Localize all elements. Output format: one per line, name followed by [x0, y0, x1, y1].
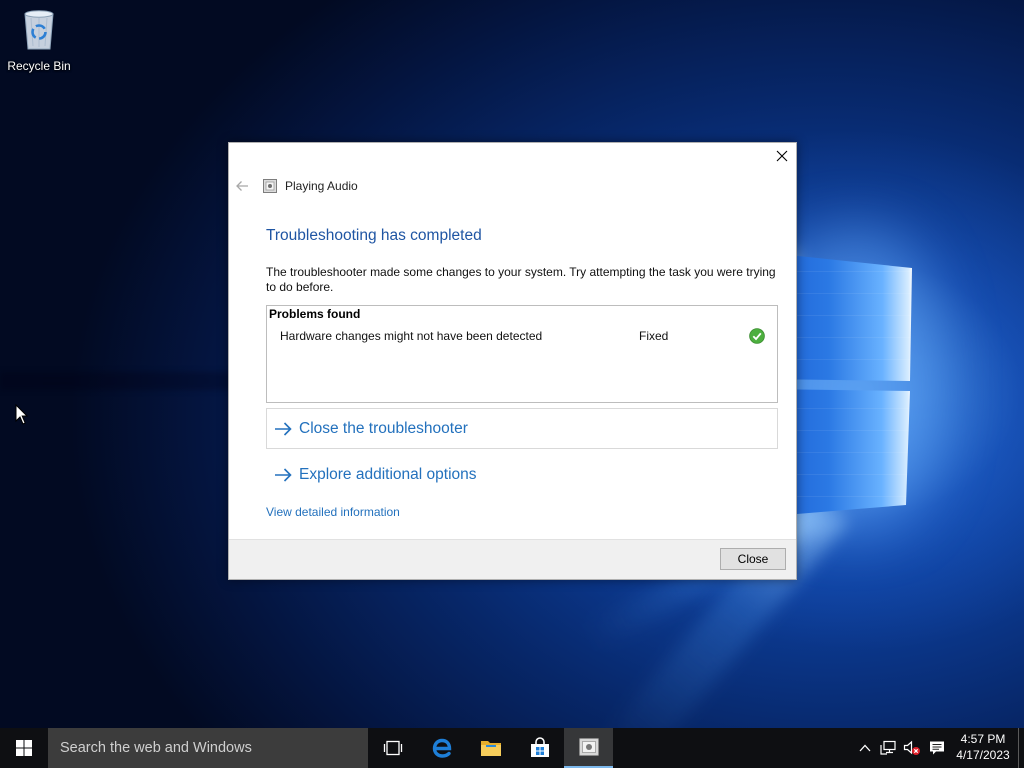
problems-panel: Problems found Hardware changes might no… [266, 305, 778, 403]
clock-date: 4/17/2023 [956, 748, 1010, 762]
volume-muted-icon [903, 740, 920, 755]
view-details-link[interactable]: View detailed information [266, 504, 400, 520]
file-explorer-icon [480, 741, 501, 756]
problem-status: Fixed [639, 329, 669, 343]
clock-time: 4:57 PM [960, 732, 1006, 746]
back-arrow-icon [236, 181, 248, 191]
problem-description: Hardware changes might not have been det… [280, 329, 543, 343]
edge-button[interactable] [417, 728, 466, 768]
show-desktop-button[interactable] [1018, 728, 1024, 768]
store-icon [530, 737, 549, 757]
task-view-icon [383, 740, 402, 756]
close-troubleshooter-label: Close the troubleshooter [299, 419, 468, 437]
troubleshooter-icon [263, 179, 277, 193]
recycle-bin[interactable]: Recycle Bin [2, 4, 76, 76]
volume-button[interactable] [901, 728, 923, 768]
arrow-right-icon [275, 421, 292, 436]
network-button[interactable] [877, 728, 899, 768]
edge-icon [432, 738, 451, 758]
windows-logo-icon [16, 740, 32, 756]
description-text: The troubleshooter made some changes to … [266, 265, 776, 294]
close-icon [776, 150, 788, 162]
explore-options-label: Explore additional options [299, 465, 477, 483]
close-button[interactable]: Close [720, 548, 786, 570]
check-circle-icon [749, 328, 765, 344]
back-button[interactable] [234, 178, 250, 194]
file-explorer-button[interactable] [466, 728, 515, 768]
recycle-bin-icon [24, 10, 54, 50]
troubleshooter-icon [578, 738, 599, 756]
taskbar: Search the web and Windows 4:57 PM 4/17/… [0, 728, 1024, 768]
mouse-pointer-icon [15, 404, 29, 425]
network-icon [880, 740, 896, 755]
window-title: Playing Audio [285, 179, 358, 193]
troubleshooter-taskbar-button[interactable] [564, 728, 613, 768]
problems-header: Problems found [269, 307, 361, 321]
store-button[interactable] [515, 728, 564, 768]
task-view-button[interactable] [368, 728, 417, 768]
dialog-footer: Close [229, 539, 796, 579]
recycle-bin-label: Recycle Bin [7, 59, 71, 73]
troubleshooter-dialog: Playing Audio Troubleshooting has comple… [228, 142, 797, 580]
action-center-icon [930, 741, 944, 755]
search-box[interactable]: Search the web and Windows [48, 728, 368, 768]
clock[interactable]: 4:57 PM 4/17/2023 [950, 731, 1016, 763]
search-placeholder: Search the web and Windows [60, 740, 252, 756]
chevron-up-icon [859, 744, 871, 752]
arrow-right-icon [275, 467, 292, 482]
problem-row: Hardware changes might not have been det… [267, 328, 777, 344]
close-troubleshooter-link[interactable]: Close the troubleshooter [266, 408, 778, 449]
action-center-button[interactable] [926, 728, 948, 768]
explore-options-link[interactable]: Explore additional options [266, 454, 778, 495]
page-heading: Troubleshooting has completed [266, 227, 482, 244]
show-hidden-icons-button[interactable] [854, 728, 876, 768]
close-dialog-button[interactable] [768, 143, 796, 169]
start-button[interactable] [0, 728, 48, 768]
